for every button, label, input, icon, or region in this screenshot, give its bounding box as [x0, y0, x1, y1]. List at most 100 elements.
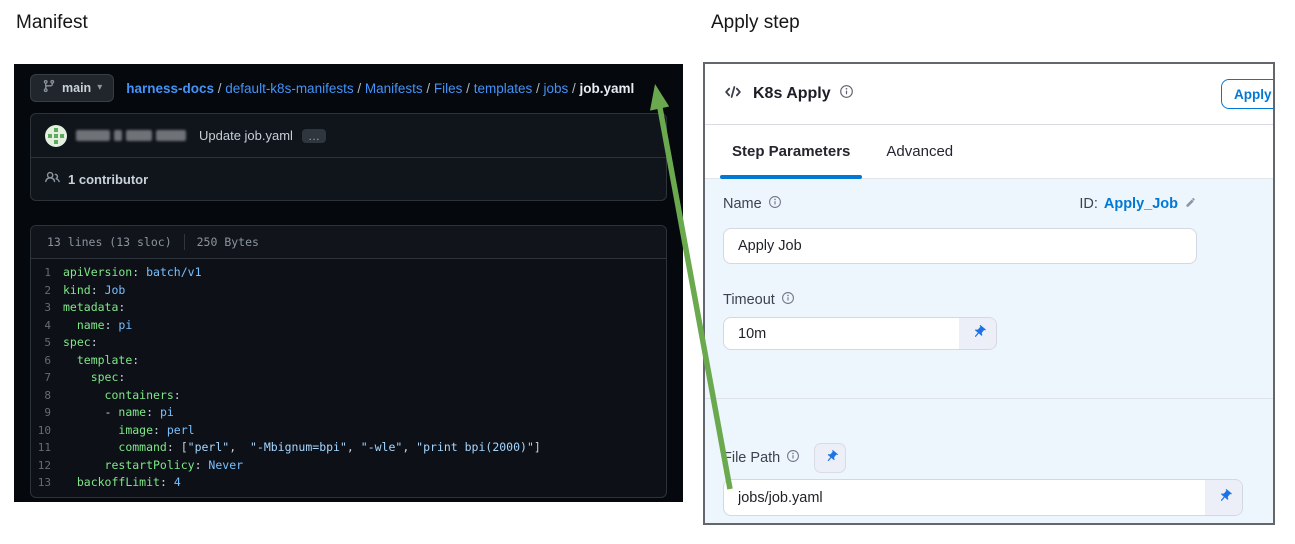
- code-line: 4 name: pi: [31, 317, 666, 335]
- people-icon: [45, 170, 60, 188]
- branch-selector-button[interactable]: main ▾: [30, 74, 114, 102]
- code-line: 2 kind: Job: [31, 282, 666, 300]
- line-number[interactable]: 11: [31, 439, 51, 457]
- pushpin-icon: [819, 446, 842, 470]
- id-value-link[interactable]: Apply_Job: [1104, 196, 1178, 212]
- code-text: containers:: [63, 387, 181, 405]
- pin-toggle[interactable]: [959, 318, 996, 349]
- file-size: 250 Bytes: [197, 235, 259, 249]
- line-number[interactable]: 7: [31, 369, 51, 387]
- commit-message[interactable]: Update job.yaml: [199, 128, 293, 143]
- name-field-block: Name ID: Apply_Job: [723, 195, 1197, 264]
- file-path-label-row: File Path: [723, 443, 846, 473]
- timeout-label: Timeout: [723, 291, 795, 309]
- breadcrumb-separator: /: [532, 81, 543, 96]
- code-text: spec:: [63, 334, 98, 352]
- breadcrumb-folder-link[interactable]: Files: [434, 81, 463, 96]
- id-prefix: ID:: [1079, 196, 1098, 212]
- line-number[interactable]: 6: [31, 352, 51, 370]
- breadcrumb-folder-link[interactable]: default-k8s-manifests: [225, 81, 353, 96]
- breadcrumb-current-file: job.yaml: [580, 81, 635, 96]
- tabs: Step ParametersAdvanced: [705, 125, 1273, 179]
- chevron-down-icon: ▾: [97, 83, 102, 93]
- code-text: restartPolicy: Never: [63, 457, 243, 475]
- step-id-group: ID: Apply_Job: [1079, 196, 1197, 213]
- section-divider: [705, 398, 1273, 399]
- step-parameters-content: Name ID: Apply_Job Timeout: [705, 179, 1273, 523]
- code-text: metadata:: [63, 299, 125, 317]
- breadcrumb-repo-link[interactable]: harness-docs: [126, 81, 214, 96]
- line-number[interactable]: 10: [31, 422, 51, 440]
- file-lines-count: 13 lines (13 sloc): [47, 235, 172, 249]
- right-section-title: Apply step: [711, 12, 800, 34]
- avatar[interactable]: [45, 125, 67, 147]
- contributors-count: 1 contributor: [68, 172, 148, 187]
- code-line: 13 backoffLimit: 4: [31, 474, 666, 492]
- latest-commit-box: Update job.yaml … 1 contributor: [30, 113, 667, 201]
- info-icon[interactable]: [768, 195, 782, 213]
- tab-advanced[interactable]: Advanced: [874, 125, 965, 178]
- apply-changes-button[interactable]: Apply: [1221, 79, 1275, 109]
- github-file-panel: main ▾ harness-docs / default-k8s-manife…: [14, 64, 683, 502]
- line-number[interactable]: 4: [31, 317, 51, 335]
- commit-row: Update job.yaml …: [31, 114, 666, 157]
- timeout-input[interactable]: [724, 318, 959, 349]
- file-content-box: 13 lines (13 sloc) 250 Bytes 1 apiVersion…: [30, 225, 667, 498]
- line-number[interactable]: 1: [31, 264, 51, 282]
- code-line: 3 metadata:: [31, 299, 666, 317]
- code-text: - name: pi: [63, 404, 174, 422]
- info-icon[interactable]: [786, 449, 800, 467]
- pushpin-icon: [1211, 485, 1235, 510]
- left-section-title: Manifest: [16, 12, 88, 34]
- github-topbar: main ▾ harness-docs / default-k8s-manife…: [14, 64, 683, 113]
- info-icon[interactable]: [781, 291, 795, 309]
- code-line: 8 containers:: [31, 387, 666, 405]
- code-text: kind: Job: [63, 282, 125, 300]
- code-line: 10 image: perl: [31, 422, 666, 440]
- name-input[interactable]: [723, 228, 1197, 264]
- code-step-icon: [723, 83, 743, 106]
- line-number[interactable]: 9: [31, 404, 51, 422]
- line-number[interactable]: 3: [31, 299, 51, 317]
- code-line: 7 spec:: [31, 369, 666, 387]
- code-line: 5 spec:: [31, 334, 666, 352]
- line-number[interactable]: 5: [31, 334, 51, 352]
- breadcrumb-separator: /: [462, 81, 473, 96]
- code-lines: 1 apiVersion: batch/v1 2 kind: Job 3 metadata…: [31, 259, 666, 497]
- commit-author-redacted: [76, 127, 190, 145]
- contributors-row[interactable]: 1 contributor: [31, 157, 666, 200]
- edit-pencil-icon[interactable]: [1184, 196, 1197, 213]
- file-path-input[interactable]: [724, 480, 1205, 515]
- info-icon[interactable]: [839, 84, 854, 104]
- code-text: apiVersion: batch/v1: [63, 264, 202, 282]
- code-line: 6 template:: [31, 352, 666, 370]
- code-line: 12 restartPolicy: Never: [31, 457, 666, 475]
- breadcrumb-folder-link[interactable]: Manifests: [365, 81, 423, 96]
- code-text: template:: [63, 352, 139, 370]
- line-number[interactable]: 2: [31, 282, 51, 300]
- breadcrumb-separator: /: [214, 81, 225, 96]
- pin-toggle[interactable]: [1205, 480, 1242, 515]
- file-path-label: File Path: [723, 449, 800, 467]
- line-number[interactable]: 8: [31, 387, 51, 405]
- code-line: 9 - name: pi: [31, 404, 666, 422]
- breadcrumb: harness-docs / default-k8s-manifests / M…: [126, 81, 634, 96]
- breadcrumb-folder-link[interactable]: jobs: [543, 81, 568, 96]
- step-header: K8s Apply Apply: [705, 64, 1273, 125]
- pin-toggle-button[interactable]: [814, 443, 846, 473]
- commit-more-button[interactable]: …: [302, 129, 326, 143]
- tab-step-parameters[interactable]: Step Parameters: [720, 125, 862, 178]
- file-meta-bar: 13 lines (13 sloc) 250 Bytes: [31, 226, 666, 259]
- line-number[interactable]: 13: [31, 474, 51, 492]
- step-title: K8s Apply: [753, 85, 831, 103]
- line-number[interactable]: 12: [31, 457, 51, 475]
- breadcrumb-folder-link[interactable]: templates: [474, 81, 533, 96]
- meta-divider: [184, 234, 185, 250]
- git-branch-icon: [42, 79, 56, 98]
- code-line: 1 apiVersion: batch/v1: [31, 264, 666, 282]
- pushpin-icon: [965, 321, 989, 346]
- file-path-input-group: [723, 479, 1243, 516]
- breadcrumb-separator: /: [423, 81, 434, 96]
- code-text: command: ["perl", "-Mbignum=bpi", "-wle"…: [63, 439, 541, 457]
- code-line: 11 command: ["perl", "-Mbignum=bpi", "-w…: [31, 439, 666, 457]
